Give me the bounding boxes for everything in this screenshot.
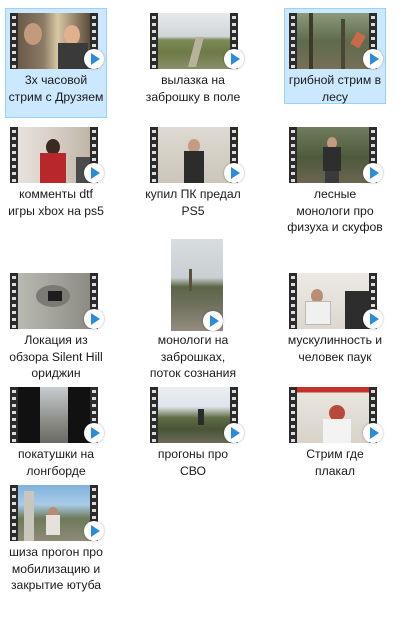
play-icon <box>84 49 104 69</box>
video-thumbnail <box>10 485 104 541</box>
video-thumbnail <box>289 13 383 69</box>
video-thumbnail <box>289 273 383 329</box>
video-thumbnail <box>150 13 244 69</box>
play-icon <box>84 521 104 541</box>
file-name: вылазка на заброшку в поле <box>145 73 241 104</box>
file-name: 3х часовой стрим с Друзяем <box>8 73 104 104</box>
video-thumbnail <box>289 387 383 443</box>
file-item[interactable]: Локация из обзора Silent Hill ориджин <box>5 268 107 380</box>
file-item[interactable]: Стрим где плакал <box>284 382 386 478</box>
video-thumbnail <box>150 387 244 443</box>
file-name: Стрим где плакал <box>306 447 364 478</box>
file-name: монологи на заброшках, поток сознания <box>149 333 237 380</box>
file-item[interactable]: комменты dtf игры xbox на ps5 <box>5 122 107 232</box>
video-thumbnail <box>150 127 244 183</box>
video-thumbnail <box>10 273 104 329</box>
file-name: покатушки на лонгборде <box>17 447 95 478</box>
play-icon <box>363 423 383 443</box>
video-thumbnail <box>10 127 104 183</box>
play-icon <box>224 49 244 69</box>
file-item[interactable]: шиза прогон про мобилизацию и закрытие ю… <box>5 480 107 608</box>
video-thumbnail <box>171 239 223 331</box>
video-thumbnail <box>10 13 104 69</box>
play-icon <box>84 309 104 329</box>
file-item[interactable]: покатушки на лонгборде <box>5 382 107 478</box>
play-icon <box>363 163 383 183</box>
play-icon <box>363 309 383 329</box>
file-item[interactable]: лесные монологи про физуха и скуфов <box>284 122 386 234</box>
file-name: комменты dtf игры xbox на ps5 <box>8 187 104 218</box>
file-item[interactable]: 3х часовой стрим с Друзяем <box>5 8 107 118</box>
file-name: Локация из обзора Silent Hill ориджин <box>9 333 103 380</box>
file-item[interactable]: грибной стрим в лесу <box>284 8 386 104</box>
file-item[interactable]: мускулинность и человек паук <box>284 268 386 364</box>
file-name: купил ПК предал PS5 <box>145 187 241 218</box>
file-name: мускулинность и человек паук <box>287 333 383 364</box>
play-icon <box>224 163 244 183</box>
file-name: грибной стрим в лесу <box>288 73 382 104</box>
play-icon <box>84 163 104 183</box>
play-icon <box>203 311 223 331</box>
file-name: лесные монологи про физуха и скуфов <box>287 187 383 234</box>
play-icon <box>224 423 244 443</box>
file-item[interactable]: прогоны про СВО <box>142 382 244 478</box>
file-name: прогоны про СВО <box>157 447 229 478</box>
file-item[interactable]: купил ПК предал PS5 <box>142 122 244 218</box>
file-item[interactable]: вылазка на заброшку в поле <box>142 8 244 118</box>
file-name: шиза прогон про мобилизацию и закрытие ю… <box>9 545 103 592</box>
file-item[interactable]: монологи на заброшках, поток сознания <box>142 234 244 380</box>
play-icon <box>363 49 383 69</box>
video-thumbnail <box>289 127 383 183</box>
video-thumbnail <box>10 387 104 443</box>
play-icon <box>84 423 104 443</box>
